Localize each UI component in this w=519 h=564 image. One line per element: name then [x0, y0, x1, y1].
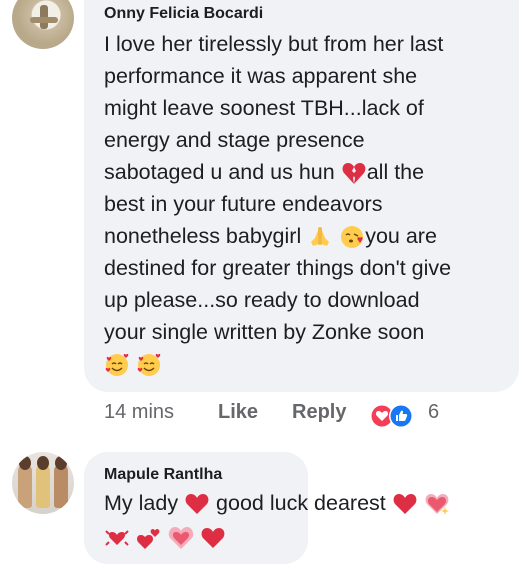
two-hearts-icon [136, 525, 162, 551]
comment-text-segment: all the [366, 160, 425, 184]
avatar-person-head [19, 456, 31, 470]
comment-text-segment: My lady [104, 491, 179, 515]
avatar-person [36, 464, 50, 508]
like-reaction-icon [389, 404, 413, 428]
red-heart-icon [184, 491, 210, 517]
beating-heart-icon [104, 525, 130, 551]
comment-line: My lady good luck dearest [104, 487, 449, 521]
reactions-summary[interactable] [369, 403, 419, 429]
avatar-person [18, 464, 32, 508]
reply-button[interactable]: Reply [292, 401, 346, 424]
comment-line: destined for greater things don't give [104, 256, 452, 280]
comment-text-segment: you are [365, 224, 437, 248]
avatar[interactable] [12, 452, 74, 514]
comment-line: nonetheless babygirl you are [104, 220, 514, 252]
comment-line [104, 521, 314, 555]
reaction-count[interactable]: 6 [428, 401, 439, 424]
smiling-face-with-hearts-icon [104, 352, 130, 378]
comment-line: sabotaged u and us hun all the [104, 156, 514, 188]
face-blowing-kiss-icon [339, 224, 365, 250]
broken-heart-icon [341, 160, 367, 186]
comment-line: I love her tirelessly but from her last [104, 32, 444, 56]
comment-line [104, 348, 514, 380]
like-button[interactable]: Like [218, 401, 258, 424]
folded-hands-icon [307, 224, 333, 250]
comment-text: My lady good luck dearest [104, 487, 449, 555]
smiling-face-with-hearts-icon [136, 352, 162, 378]
comment-line: best in your future endeavors [104, 192, 383, 216]
comment-text-segment: sabotaged u and us hun [104, 160, 335, 184]
avatar-person [54, 464, 68, 508]
comment-timestamp[interactable]: 14 mins [104, 401, 174, 424]
comment-line: your single written by Zonke soon [104, 320, 425, 344]
sparkling-heart-icon [424, 491, 450, 517]
comment-author-name[interactable]: Mapule Rantlha [104, 466, 222, 484]
comment-author-name[interactable]: Onny Felicia Bocardi [104, 5, 263, 23]
comment-line: might leave soonest TBH...lack of [104, 96, 424, 120]
red-heart-icon [200, 525, 226, 551]
comment-line: up please...so ready to download [104, 288, 420, 312]
comment-text-segment: good luck dearest [216, 491, 386, 515]
comment-text: I love her tirelessly but from her last … [104, 28, 514, 380]
red-heart-icon [392, 491, 418, 517]
comment-line: performance it was apparent she [104, 64, 418, 88]
avatar-figure-base [30, 17, 58, 23]
growing-heart-icon [168, 525, 194, 551]
avatar[interactable] [12, 0, 74, 49]
comment-line: energy and stage presence [104, 128, 365, 152]
comment-text-segment: nonetheless babygirl [104, 224, 302, 248]
avatar-person-head [37, 456, 49, 470]
avatar-person-head [55, 456, 67, 470]
